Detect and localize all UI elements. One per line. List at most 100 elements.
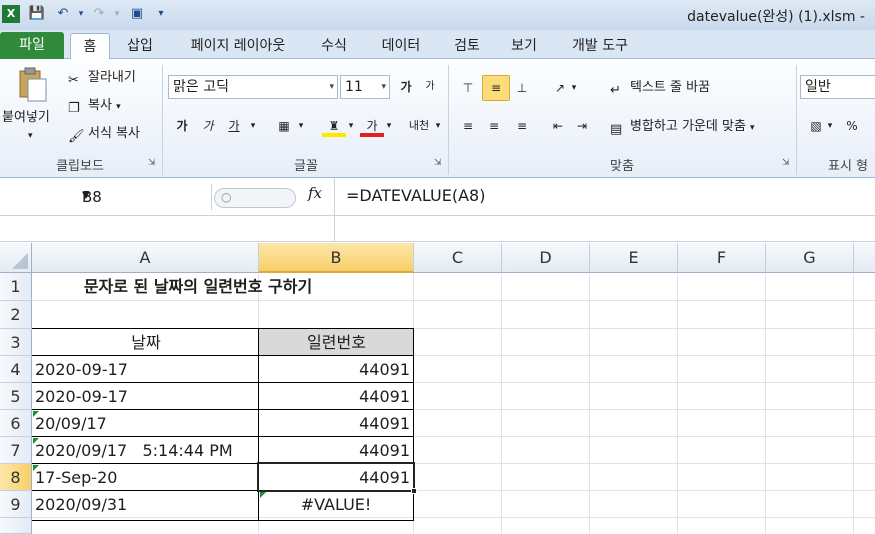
phonetic-button[interactable]: 내천 xyxy=(404,115,434,137)
cell-a8[interactable]: 17-Sep-20 xyxy=(32,464,258,491)
cell-b4[interactable]: 44091 xyxy=(259,356,413,383)
borders-icon[interactable]: ▦ xyxy=(272,115,296,137)
increase-indent-icon[interactable]: ⇥ xyxy=(570,115,594,137)
cell-a9[interactable]: 2020/09/31 xyxy=(32,491,258,518)
cell-a5[interactable]: 2020-09-17 xyxy=(32,383,258,410)
font-color-button[interactable]: 가 xyxy=(360,115,384,137)
font-color-dropdown-icon[interactable]: ▾ xyxy=(382,115,396,137)
formula-bar-splitter[interactable]: ○ xyxy=(214,188,296,208)
select-all-button[interactable] xyxy=(0,243,32,273)
row-header-6[interactable]: 6 xyxy=(0,410,32,437)
tab-developer[interactable]: 개발 도구 xyxy=(560,33,640,59)
row-header-10[interactable] xyxy=(0,518,32,534)
redo-icon[interactable]: ↷ xyxy=(90,5,108,23)
save-icon[interactable]: 💾 xyxy=(28,5,46,23)
worksheet-grid[interactable]: A B C D E F G 1 2 3 4 5 6 7 8 9 문자로 된 날짜… xyxy=(0,243,875,534)
column-header-g[interactable]: G xyxy=(766,243,854,273)
row-header-8[interactable]: 8 xyxy=(0,464,32,491)
row-header-5[interactable]: 5 xyxy=(0,383,32,410)
cell-b7[interactable]: 44091 xyxy=(259,437,413,464)
alignment-launcher-icon[interactable]: ⇲ xyxy=(782,158,790,168)
cell-b6[interactable]: 44091 xyxy=(259,410,413,437)
tab-page-layout[interactable]: 페이지 레이아웃 xyxy=(176,33,300,59)
undo-dropdown-icon[interactable]: ▾ xyxy=(72,5,90,23)
column-header-h[interactable] xyxy=(854,243,875,273)
align-middle-icon[interactable]: ≡ xyxy=(482,75,510,101)
accounting-dropdown-icon[interactable]: ▾ xyxy=(824,115,836,137)
redo-dropdown-icon[interactable]: ▾ xyxy=(108,5,126,23)
active-cell-selection[interactable] xyxy=(257,462,415,492)
column-header-c[interactable]: C xyxy=(414,243,502,273)
column-header-b[interactable]: B xyxy=(259,243,414,273)
copy-dropdown-icon[interactable]: ▾ xyxy=(116,102,121,112)
cell-b9[interactable]: #VALUE! xyxy=(259,491,413,518)
percent-button[interactable]: % xyxy=(840,115,864,137)
column-header-f[interactable]: F xyxy=(678,243,766,273)
phonetic-dropdown-icon[interactable]: ▾ xyxy=(432,115,444,137)
number-format-combo[interactable]: 일반 xyxy=(800,75,875,99)
font-size-combo[interactable]: 11 ▾ xyxy=(340,75,390,99)
tab-insert[interactable]: 삽입 xyxy=(118,33,162,59)
copy-button[interactable]: ❐ 복사 ▾ xyxy=(68,95,121,117)
formula-input[interactable]: =DATEVALUE(A8) xyxy=(346,186,485,205)
italic-button[interactable]: 가 xyxy=(196,115,220,137)
paste-dropdown-icon[interactable]: ▾ xyxy=(28,125,33,147)
paste-icon[interactable] xyxy=(16,67,48,103)
column-header-d[interactable]: D xyxy=(502,243,590,273)
decrease-indent-icon[interactable]: ⇤ xyxy=(546,115,570,137)
clipboard-launcher-icon[interactable]: ⇲ xyxy=(148,158,156,168)
shrink-font-button[interactable]: 가 xyxy=(418,76,442,98)
cell-a6[interactable]: 20/09/17 xyxy=(32,410,258,437)
bold-button[interactable]: 가 xyxy=(170,115,194,137)
error-indicator-icon[interactable] xyxy=(33,411,39,417)
cut-button[interactable]: ✂ 잘라내기 xyxy=(68,67,136,89)
align-right-icon[interactable]: ≡ xyxy=(510,115,534,137)
wrap-text-button[interactable]: ↵ 텍스트 줄 바꿈 xyxy=(610,77,710,99)
align-top-icon[interactable]: ⊤ xyxy=(456,77,480,99)
tab-home[interactable]: 홈 xyxy=(70,33,110,59)
tab-view[interactable]: 보기 xyxy=(502,33,546,59)
tab-formulas[interactable]: 수식 xyxy=(312,33,356,59)
underline-dropdown-icon[interactable]: ▾ xyxy=(246,115,260,137)
chevron-down-icon[interactable]: ▼ xyxy=(82,190,205,201)
paste-button[interactable]: 붙여넣기 xyxy=(2,107,50,129)
header-serial[interactable]: 일련번호 xyxy=(259,329,414,356)
font-launcher-icon[interactable]: ⇲ xyxy=(434,158,442,168)
orientation-dropdown-icon[interactable]: ▾ xyxy=(568,77,580,99)
row-header-1[interactable]: 1 xyxy=(0,273,32,301)
format-painter-button[interactable]: 🖌 서식 복사 xyxy=(68,123,140,145)
row-header-9[interactable]: 9 xyxy=(0,491,32,518)
borders-dropdown-icon[interactable]: ▾ xyxy=(294,115,308,137)
merge-center-button[interactable]: ▤ 병합하고 가운데 맞춤 ▾ xyxy=(610,116,755,138)
align-center-icon[interactable]: ≡ xyxy=(482,115,506,137)
cell-a7[interactable]: 2020/09/17 5:14:44 PM xyxy=(32,437,258,464)
name-box[interactable]: B8 ▼ xyxy=(0,184,212,210)
align-bottom-icon[interactable]: ⊥ xyxy=(510,77,534,99)
font-name-combo[interactable]: 맑은 고딕 ▾ xyxy=(168,75,338,99)
error-indicator-icon[interactable] xyxy=(33,465,39,471)
excel-logo-icon[interactable]: X xyxy=(2,5,20,23)
customize-icon[interactable]: ▾ xyxy=(152,5,170,23)
cell-a4[interactable]: 2020-09-17 xyxy=(32,356,258,383)
column-header-a[interactable]: A xyxy=(32,243,259,273)
underline-button[interactable]: 가 xyxy=(222,115,246,137)
grow-font-button[interactable]: 가 xyxy=(394,76,418,98)
row-header-3[interactable]: 3 xyxy=(0,329,32,356)
sheet-title[interactable]: 문자로 된 날짜의 일련번호 구하기 xyxy=(33,273,413,301)
cell-b5[interactable]: 44091 xyxy=(259,383,413,410)
align-left-icon[interactable]: ≡ xyxy=(456,115,480,137)
column-header-e[interactable]: E xyxy=(590,243,678,273)
row-header-7[interactable]: 7 xyxy=(0,437,32,464)
fill-handle[interactable] xyxy=(411,488,417,494)
tab-file[interactable]: 파일 xyxy=(0,32,64,59)
error-indicator-icon[interactable] xyxy=(33,438,39,444)
header-date[interactable]: 날짜 xyxy=(33,329,259,356)
merge-dropdown-icon[interactable]: ▾ xyxy=(750,123,755,133)
fill-color-icon[interactable]: ♜ xyxy=(322,115,346,137)
row-header-2[interactable]: 2 xyxy=(0,301,32,329)
undo-icon[interactable]: ↶ xyxy=(54,5,72,23)
fill-color-dropdown-icon[interactable]: ▾ xyxy=(344,115,358,137)
error-indicator-icon[interactable] xyxy=(260,492,266,498)
tab-review[interactable]: 검토 xyxy=(446,33,488,59)
insert-function-icon[interactable]: fx xyxy=(308,184,322,202)
